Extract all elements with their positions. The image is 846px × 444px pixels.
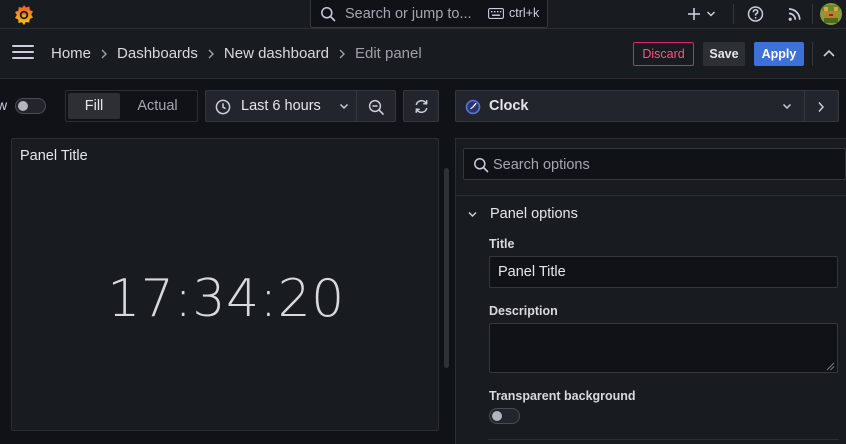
breadcrumb-dashboards[interactable]: Dashboards: [117, 45, 198, 62]
panel-options-section-header[interactable]: Panel options: [468, 206, 578, 222]
rss-icon[interactable]: [787, 5, 803, 23]
visualization-name: Clock: [489, 98, 529, 114]
chevron-right-icon: [101, 49, 108, 58]
panel-options-section-title: Panel options: [490, 206, 578, 222]
description-field-label: Description: [489, 304, 558, 318]
panel-title[interactable]: Panel Title: [20, 148, 88, 164]
time-range-picker[interactable]: Last 6 hours: [205, 90, 357, 122]
toggle-knob: [492, 411, 502, 421]
nav-divider: [812, 42, 813, 66]
textarea-resize-icon[interactable]: [826, 362, 835, 371]
options-search-input[interactable]: [493, 155, 833, 175]
options-search-box: [463, 148, 846, 180]
title-field-input[interactable]: [489, 256, 838, 288]
topbar-divider: [812, 4, 813, 24]
avatar-icon: [820, 3, 842, 25]
toggle-options-pane-button[interactable]: [805, 90, 839, 122]
visualization-picker[interactable]: Clock: [455, 90, 805, 122]
user-avatar[interactable]: [820, 3, 842, 25]
clock-value: 17:34:20: [107, 269, 345, 329]
breadcrumb-home[interactable]: Home: [51, 45, 91, 62]
clock-panel-icon: [465, 99, 481, 115]
panel-preview: Panel Title 17:34:20: [11, 138, 439, 431]
refresh-icon: [415, 99, 428, 114]
chevron-down-icon: [339, 103, 349, 110]
save-button[interactable]: Save: [703, 42, 745, 66]
pane-splitter-handle[interactable]: [444, 168, 449, 368]
apply-button[interactable]: Apply: [754, 42, 804, 66]
transparent-background-toggle[interactable]: [489, 408, 520, 424]
breadcrumb: Home Dashboards New dashboard Edit panel: [51, 45, 422, 62]
clock-icon: [215, 99, 231, 115]
plus-icon[interactable]: [686, 5, 702, 23]
chevron-down-icon: [782, 103, 792, 110]
chevron-down-icon: [468, 211, 477, 217]
table-view-label: w: [0, 97, 8, 113]
chevron-up-icon[interactable]: [822, 48, 836, 58]
chevron-down-icon[interactable]: [706, 10, 716, 18]
zoom-out-icon: [368, 99, 384, 115]
grafana-logo-icon[interactable]: [12, 3, 36, 27]
table-view-toggle[interactable]: [15, 98, 46, 114]
help-icon[interactable]: [747, 5, 764, 23]
search-icon: [321, 6, 336, 21]
section-divider: [488, 439, 839, 440]
description-field-input[interactable]: [489, 323, 838, 373]
fill-option[interactable]: Fill: [68, 93, 120, 119]
search-shortcut: ctrl+k: [509, 6, 540, 20]
keyboard-icon: [488, 8, 504, 19]
discard-button[interactable]: Discard: [633, 42, 694, 66]
nav-bar: Home Dashboards New dashboard Edit panel…: [0, 29, 846, 79]
options-pane: Panel options Title Description Transpar…: [455, 138, 846, 444]
time-range-label: Last 6 hours: [241, 98, 321, 114]
chevron-right-icon: [339, 49, 345, 58]
chevron-right-icon: [818, 102, 825, 112]
transparent-background-label: Transparent background: [489, 389, 636, 403]
refresh-button[interactable]: [403, 90, 439, 122]
chevron-right-icon: [208, 49, 214, 58]
actual-option[interactable]: Actual: [120, 93, 195, 119]
title-field-label: Title: [489, 237, 515, 251]
topbar-divider: [733, 4, 734, 24]
search-icon: [474, 158, 489, 173]
options-divider: [456, 195, 846, 196]
breadcrumb-new-dashboard[interactable]: New dashboard: [224, 45, 329, 62]
global-search-placeholder: Search or jump to...: [345, 5, 472, 22]
top-bar: Search or jump to... ctrl+k: [0, 0, 846, 29]
breadcrumb-edit-panel: Edit panel: [354, 45, 422, 62]
global-search-box[interactable]: Search or jump to... ctrl+k: [310, 0, 548, 28]
fill-actual-switch: Fill Actual: [65, 90, 198, 122]
toggle-knob: [18, 101, 28, 111]
zoom-out-button[interactable]: [357, 90, 396, 122]
hamburger-icon[interactable]: [12, 45, 34, 63]
